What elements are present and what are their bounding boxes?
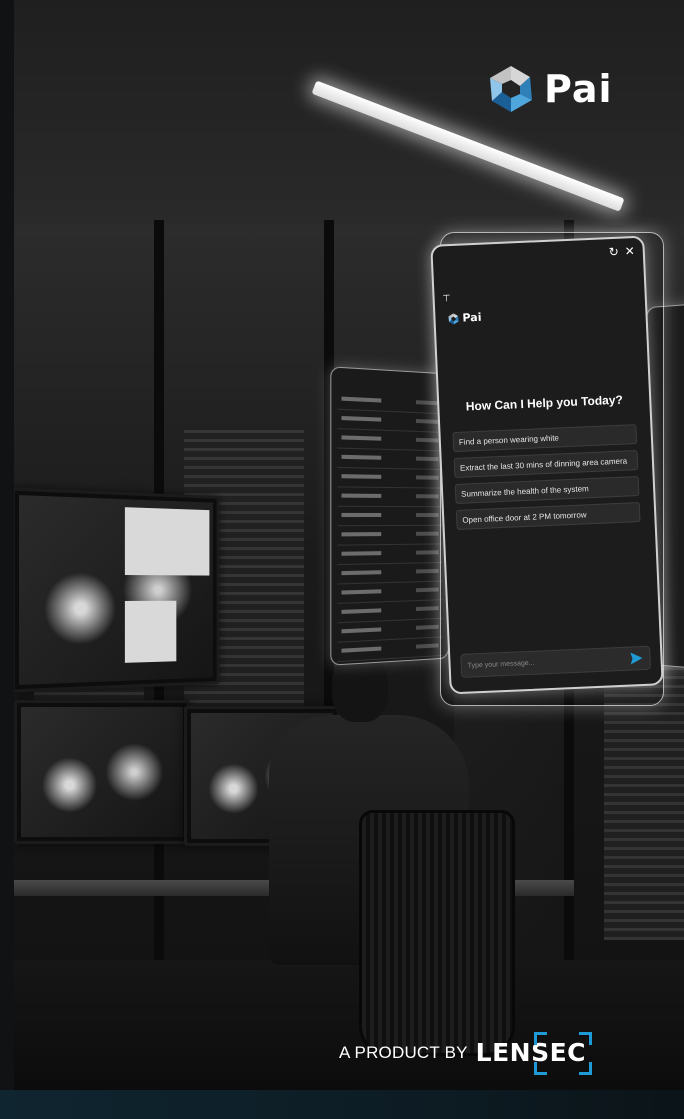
chat-brand-name: Pai [462,310,482,325]
list-item [337,637,443,663]
suggestion-chip[interactable]: Summarize the health of the system [454,476,640,505]
close-icon[interactable]: ✕ [624,244,635,258]
suggestion-chip[interactable]: Find a person wearing white [452,424,638,453]
message-input-placeholder: Type your message... [467,659,535,670]
aperture-logo-icon [490,66,532,112]
chat-titlebar: ⊤ ↻ ✕ [432,238,643,304]
chat-brand: Pai [447,311,482,325]
monitor-screen [21,707,183,837]
camera-list-panel [330,366,449,666]
bracket-mark [579,1032,593,1045]
company-name: LENSEC [475,1038,587,1067]
list-item [337,506,443,527]
monitor-document [124,600,177,663]
lensec-logo: LENSEC [475,1032,593,1075]
aperture-logo-icon [448,312,459,324]
suggestion-chip[interactable]: Extract the last 30 mins of dinning area… [453,450,639,479]
pin-icon[interactable]: ⊤ [442,294,450,304]
list-item [337,448,443,471]
refresh-icon[interactable]: ↻ [608,245,619,259]
list-item [337,487,443,508]
monitor-bottom-left [14,700,190,844]
chat-heading: How Can I Help you Today? [465,392,624,414]
monitor-document [124,507,210,576]
brand-name: Pai [544,67,613,111]
list-item [337,525,443,546]
suggestion-chip[interactable]: Open office door at 2 PM tomorrow [455,501,641,530]
office-chair [359,810,515,1056]
send-icon[interactable] [629,650,644,667]
bracket-mark [579,1062,593,1075]
assistant-chat-window: ⊤ ↻ ✕ Pai How Can I Help you Today? Find… [430,235,664,695]
product-tagline: A PRODUCT BY LENSEC [339,1032,593,1075]
message-input[interactable]: Type your message... [460,645,652,678]
monitor-top-left [14,487,220,693]
tagline-text: A PRODUCT BY [339,1042,468,1062]
bracket-mark [533,1032,547,1045]
bracket-mark [533,1062,547,1075]
pai-logo: Pai [486,64,613,114]
list-item [337,467,443,489]
list-item [337,544,443,566]
bottom-bar [0,1090,684,1119]
